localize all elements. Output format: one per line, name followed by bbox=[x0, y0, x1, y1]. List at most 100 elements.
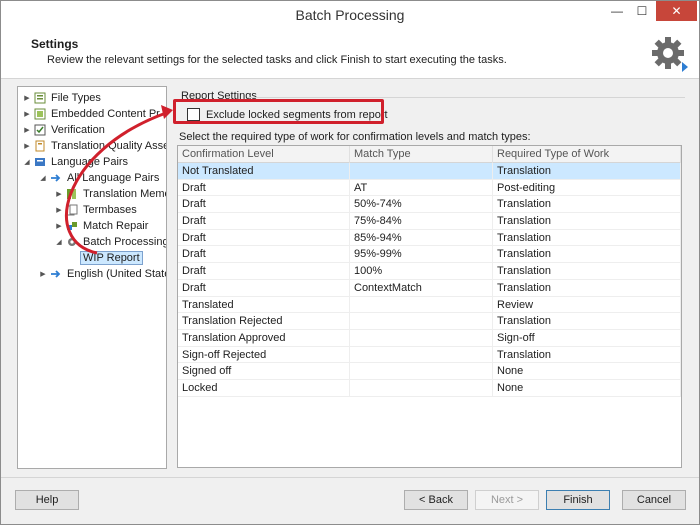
table-row[interactable]: Draft 50%-74% Translation bbox=[178, 196, 681, 214]
match-type-cell: 95%-99% bbox=[350, 246, 493, 263]
match-type-cell: 75%-84% bbox=[350, 213, 493, 230]
tree-item-label: All Language Pairs bbox=[67, 172, 160, 184]
header-title: Settings bbox=[31, 37, 79, 51]
tree-item-verification[interactable]: ▶ Verification bbox=[22, 122, 105, 138]
tree-item-label: Translation Quality Asses bbox=[51, 140, 167, 152]
file-types-icon bbox=[34, 92, 46, 104]
required-work-cell[interactable]: None bbox=[493, 379, 681, 396]
table-row[interactable]: Translation Approved Sign-off bbox=[178, 329, 681, 347]
tree-item-language-pairs[interactable]: ◢ Language Pairs bbox=[22, 154, 128, 170]
arrow-right-icon bbox=[51, 270, 61, 278]
expand-arrow-icon[interactable]: ▶ bbox=[22, 110, 32, 118]
next-button[interactable]: Next > bbox=[475, 490, 539, 510]
gear-icon bbox=[68, 238, 76, 246]
expand-arrow-icon[interactable]: ▶ bbox=[54, 190, 64, 198]
required-work-cell[interactable]: Translation bbox=[493, 229, 681, 246]
expand-arrow-icon[interactable]: ▶ bbox=[38, 270, 48, 278]
tree-item-translation-quality[interactable]: ▶ Translation Quality Asses bbox=[22, 138, 167, 154]
column-header-match-type[interactable]: Match Type bbox=[350, 146, 493, 163]
work-type-grid[interactable]: Confirmation Level Match Type Required T… bbox=[177, 145, 682, 468]
match-type-cell bbox=[350, 363, 493, 380]
required-work-cell[interactable]: Translation bbox=[493, 313, 681, 330]
required-work-cell[interactable]: Translation bbox=[493, 196, 681, 213]
required-work-cell[interactable]: None bbox=[493, 363, 681, 380]
tree-item-all-language-pairs[interactable]: ◢ All Language Pairs bbox=[38, 170, 159, 186]
embedded-content-icon bbox=[34, 108, 46, 120]
confirmation-level-cell: Draft bbox=[178, 196, 350, 213]
confirmation-level-cell: Draft bbox=[178, 246, 350, 263]
settings-gear-icon bbox=[652, 37, 688, 72]
table-row[interactable]: Draft 75%-84% Translation bbox=[178, 213, 681, 230]
tree-item-label: Batch Processing bbox=[83, 236, 167, 248]
table-row[interactable]: Draft AT Post-editing bbox=[178, 179, 681, 197]
minimize-button[interactable]: — bbox=[606, 1, 628, 21]
table-row[interactable]: Draft 85%-94% Translation bbox=[178, 229, 681, 247]
expand-arrow-icon[interactable]: ▶ bbox=[54, 222, 64, 230]
tree-item-termbases[interactable]: ▶ Termbases bbox=[54, 202, 137, 218]
tree-item-label: File Types bbox=[51, 92, 101, 104]
table-row[interactable]: Locked None bbox=[178, 379, 681, 397]
match-type-cell bbox=[350, 296, 493, 313]
required-work-cell[interactable]: Translation bbox=[493, 279, 681, 296]
table-row[interactable]: Draft 100% Translation bbox=[178, 263, 681, 280]
match-type-cell bbox=[350, 379, 493, 396]
expand-arrow-icon[interactable]: ▶ bbox=[22, 126, 32, 134]
column-header-required-type[interactable]: Required Type of Work bbox=[493, 146, 681, 163]
table-row[interactable]: Draft 95%-99% Translation bbox=[178, 246, 681, 264]
report-settings-panel: Report Settings Exclude locked segments … bbox=[175, 86, 688, 469]
confirmation-level-cell: Draft bbox=[178, 229, 350, 246]
table-row[interactable]: Not Translated Translation bbox=[178, 163, 681, 180]
tree-item-embedded-content[interactable]: ▶ Embedded Content Pr bbox=[22, 106, 160, 122]
required-work-cell[interactable]: Translation bbox=[493, 213, 681, 230]
confirmation-level-cell: Draft bbox=[178, 279, 350, 296]
match-type-cell: AT bbox=[350, 179, 493, 196]
table-row[interactable]: Translation Rejected Translation bbox=[178, 313, 681, 330]
select-instruction: Select the required type of work for con… bbox=[179, 131, 531, 143]
required-work-cell[interactable]: Translation bbox=[493, 246, 681, 263]
verification-icon bbox=[34, 124, 46, 136]
collapse-arrow-icon[interactable]: ◢ bbox=[38, 174, 48, 182]
match-type-cell: 85%-94% bbox=[350, 229, 493, 246]
required-work-cell[interactable]: Translation bbox=[493, 346, 681, 363]
table-row[interactable]: Signed off None bbox=[178, 363, 681, 380]
collapse-arrow-icon[interactable]: ◢ bbox=[54, 238, 64, 246]
table-row[interactable]: Translated Review bbox=[178, 296, 681, 314]
required-work-cell[interactable]: Translation bbox=[493, 163, 681, 179]
tree-item-wip-report[interactable]: WIP Report bbox=[80, 250, 143, 266]
finish-button[interactable]: Finish bbox=[546, 490, 610, 510]
match-type-cell: 100% bbox=[350, 263, 493, 280]
required-work-cell[interactable]: Review bbox=[493, 296, 681, 313]
column-header-confirmation-level[interactable]: Confirmation Level bbox=[178, 146, 350, 163]
required-work-cell[interactable]: Translation bbox=[493, 263, 681, 280]
cancel-button[interactable]: Cancel bbox=[622, 490, 686, 510]
required-work-cell[interactable]: Post-editing bbox=[493, 179, 681, 196]
help-button[interactable]: Help bbox=[15, 490, 79, 510]
settings-tree[interactable]: ▶ File Types ▶ Embedded Content Pr ▶ Ver… bbox=[17, 86, 167, 469]
tree-item-batch-processing[interactable]: ◢ Batch Processing bbox=[54, 234, 167, 250]
required-work-cell[interactable]: Sign-off bbox=[493, 329, 681, 346]
back-button[interactable]: < Back bbox=[404, 490, 468, 510]
expand-arrow-icon[interactable]: ▶ bbox=[54, 206, 64, 214]
tree-item-label: WIP Report bbox=[80, 251, 143, 265]
table-row[interactable]: Sign-off Rejected Translation bbox=[178, 346, 681, 364]
grid-header: Confirmation Level Match Type Required T… bbox=[178, 146, 681, 163]
tree-item-english-united-states[interactable]: ▶ English (United State bbox=[38, 266, 166, 282]
expand-arrow-icon[interactable]: ▶ bbox=[22, 94, 32, 102]
close-button[interactable]: ✕ bbox=[656, 1, 697, 21]
table-row[interactable]: Draft ContextMatch Translation bbox=[178, 279, 681, 297]
annotation-highlight-box bbox=[173, 99, 384, 124]
confirmation-level-cell: Draft bbox=[178, 213, 350, 230]
confirmation-level-cell: Draft bbox=[178, 179, 350, 196]
batch-processing-window: Batch Processing — ☐ ✕ Settings Review t… bbox=[0, 0, 700, 525]
tree-item-label: Translation Memo bbox=[83, 188, 167, 200]
confirmation-level-cell: Sign-off Rejected bbox=[178, 346, 350, 363]
tree-item-match-repair[interactable]: ▶ Match Repair bbox=[54, 218, 148, 234]
collapse-arrow-icon[interactable]: ◢ bbox=[22, 158, 32, 166]
grid-body: Not Translated Translation Draft AT Post-edi… bbox=[178, 163, 681, 397]
tree-item-translation-memory[interactable]: ▶ Translation Memo bbox=[54, 186, 167, 202]
expand-arrow-icon[interactable]: ▶ bbox=[22, 142, 32, 150]
maximize-button[interactable]: ☐ bbox=[631, 1, 653, 21]
match-repair-icon bbox=[67, 222, 77, 230]
tree-item-file-types[interactable]: ▶ File Types bbox=[22, 90, 101, 106]
match-type-cell bbox=[350, 163, 493, 179]
